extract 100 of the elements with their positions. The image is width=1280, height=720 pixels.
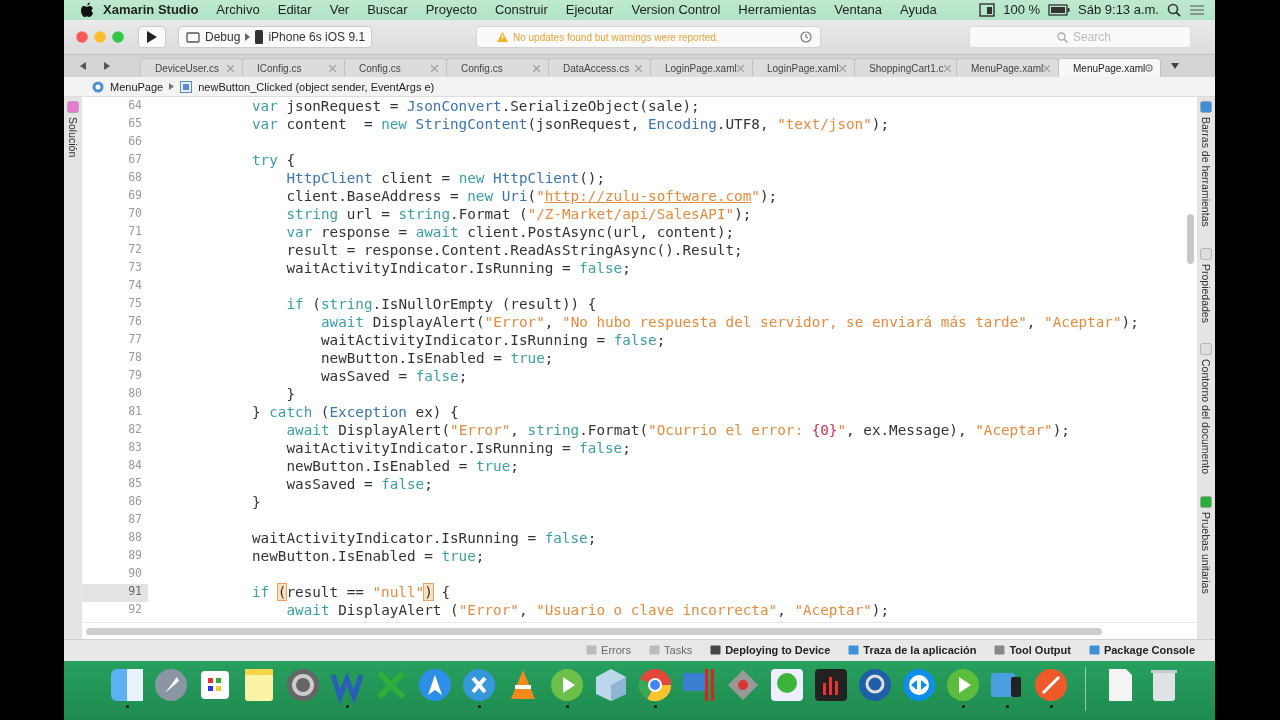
line-number: 91 xyxy=(82,584,148,602)
menu-item[interactable]: Proyecto xyxy=(416,2,486,18)
clock[interactable]: Sáb 9:13 a.m. xyxy=(1078,2,1159,18)
pad-icon xyxy=(649,645,661,656)
search-field[interactable]: Search xyxy=(969,26,1191,48)
app-menu[interactable]: Xamarin Studio xyxy=(94,2,208,18)
menu-item[interactable]: Editar xyxy=(268,2,321,18)
menu-item[interactable]: Archivo xyxy=(207,2,269,18)
code-line: wasSaved = false; xyxy=(285,476,433,494)
pad-tab[interactable]: Package Console xyxy=(1088,644,1195,657)
pad-tab[interactable]: Tool Output xyxy=(994,644,1071,657)
scrollbar-thumb[interactable] xyxy=(86,627,1102,635)
code-line: waitActivityIndicator.IsRunning = false; xyxy=(251,530,597,548)
file-tab[interactable]: LoginPage.xaml xyxy=(650,58,753,78)
menu-item[interactable]: Ver xyxy=(320,2,359,18)
file-tab[interactable]: Config.cs xyxy=(446,58,549,78)
file-tab[interactable]: DeviceUser.cs xyxy=(140,58,243,78)
code-line: var response = await client.PostAsync(url, content); xyxy=(285,224,735,242)
breadcrumb-item[interactable]: newButton_Clicked (object sender, EventArgs e) xyxy=(198,80,435,93)
file-tab[interactable]: IConfig.cs xyxy=(242,58,345,78)
close-button[interactable] xyxy=(76,31,88,43)
close-icon[interactable] xyxy=(431,64,438,72)
device-label: iPhone 6s iOS 9.1 xyxy=(268,30,366,44)
gear-icon[interactable] xyxy=(1145,64,1154,73)
close-icon[interactable] xyxy=(943,64,951,72)
menu-item[interactable]: Herramientas xyxy=(729,2,826,18)
dropdown-icon[interactable] xyxy=(1171,63,1179,70)
window-icon xyxy=(186,31,200,43)
file-tab[interactable]: LoginPage.xaml xyxy=(752,58,855,78)
pad-icon[interactable] xyxy=(67,101,79,113)
search-icon[interactable] xyxy=(1167,2,1181,17)
close-icon[interactable] xyxy=(227,64,234,72)
phone-icon xyxy=(255,30,264,44)
file-tab[interactable]: DataAccess.cs xyxy=(548,58,651,78)
line-number: 86 xyxy=(127,494,143,510)
configuration-label: Debug xyxy=(205,30,241,44)
line-number: 84 xyxy=(127,458,143,474)
code-line: await DisplayAlert("Error", string.Format("Ocurrio el error: {0}", ex.Message), "Aceptar"); xyxy=(285,422,1070,440)
code-line: newButton.IsEnabled = true; xyxy=(285,458,519,476)
configuration-selector[interactable]: Debug iPhone 6s iOS 9.1 xyxy=(178,26,372,48)
line-number: 69 xyxy=(127,188,143,204)
line-number: 88 xyxy=(127,530,143,546)
pad-icon xyxy=(586,645,598,656)
breadcrumb-item[interactable]: MenuPage xyxy=(110,80,164,93)
status-message: No updates found but warnings were reported. xyxy=(513,31,720,43)
code-line: waitActivityIndicator.IsRunning = false; xyxy=(285,260,631,278)
run-button[interactable] xyxy=(138,26,166,48)
side-pad-tab[interactable]: Pruebas unitarias xyxy=(1200,511,1212,594)
back-arrow-icon[interactable] xyxy=(80,62,86,71)
file-tab[interactable]: Config.cs xyxy=(344,58,447,78)
close-icon[interactable] xyxy=(635,64,642,72)
pad-icon[interactable] xyxy=(1200,495,1212,508)
zoom-button[interactable] xyxy=(112,31,124,43)
pad-tab[interactable]: Tasks xyxy=(649,644,693,657)
line-number: 71 xyxy=(127,224,143,240)
close-icon[interactable] xyxy=(737,64,744,72)
line-number: 67 xyxy=(127,152,143,168)
side-pad-tab[interactable]: Contorno del documento xyxy=(1200,358,1212,474)
menu-item[interactable]: Ventana xyxy=(825,2,892,18)
scrollbar-thumb[interactable] xyxy=(1187,214,1194,264)
line-number: 83 xyxy=(127,440,143,456)
close-icon[interactable] xyxy=(533,64,540,72)
apple-icon[interactable] xyxy=(80,1,94,18)
line-number: 87 xyxy=(127,512,143,528)
window-icon[interactable] xyxy=(979,2,996,17)
pad-tab[interactable]: Traza de la aplicación xyxy=(848,644,977,657)
side-pad-tab[interactable]: Solución xyxy=(67,117,79,158)
file-tab[interactable]: MenuPage.xaml xyxy=(956,58,1059,78)
pad-icon[interactable] xyxy=(1200,101,1212,113)
menu-item[interactable]: Version Control xyxy=(622,2,730,18)
code-line: newButton.IsEnabled = true; xyxy=(320,350,554,368)
line-number: 76 xyxy=(127,314,143,330)
close-icon[interactable] xyxy=(1043,64,1051,72)
menu-item[interactable]: Buscar xyxy=(358,2,417,18)
code-line: client.BaseAddress = new Uri("http://zulu-software.com"); xyxy=(285,188,778,206)
line-number: 85 xyxy=(127,476,143,492)
pad-tab[interactable]: Errors xyxy=(586,644,632,657)
battery-icon[interactable] xyxy=(1048,3,1071,16)
code-line: } xyxy=(285,386,296,404)
file-tab[interactable]: MenuPage.xaml xyxy=(1058,58,1161,78)
clock-icon[interactable] xyxy=(800,31,812,43)
side-pad-tab[interactable]: Propiedades xyxy=(1200,263,1212,323)
menu-item[interactable]: Construir xyxy=(486,2,557,18)
line-number: 90 xyxy=(127,566,143,582)
menu-item[interactable]: Ejecutar xyxy=(556,2,623,18)
line-number: 89 xyxy=(127,548,143,564)
close-icon[interactable] xyxy=(329,64,336,72)
line-number: 66 xyxy=(127,134,143,150)
code-line: var content = new StringContent(jsonRequest, Encoding.UTF8, "text/json"); xyxy=(251,116,890,134)
battery-percentage: 100 % xyxy=(1003,2,1041,18)
class-icon[interactable] xyxy=(92,80,104,93)
method-icon[interactable] xyxy=(180,80,193,93)
caret-icon xyxy=(169,83,175,91)
pad-tab[interactable]: Deploying to Device xyxy=(710,644,831,657)
file-tab[interactable]: ShoppingCart1.c xyxy=(854,58,957,78)
close-icon[interactable] xyxy=(839,64,846,72)
menu-item[interactable]: Ayuda xyxy=(891,2,946,18)
forward-arrow-icon[interactable] xyxy=(104,62,110,71)
list-icon[interactable] xyxy=(1189,3,1205,16)
side-pad-tab[interactable]: Barras de herramientas xyxy=(1200,117,1212,227)
